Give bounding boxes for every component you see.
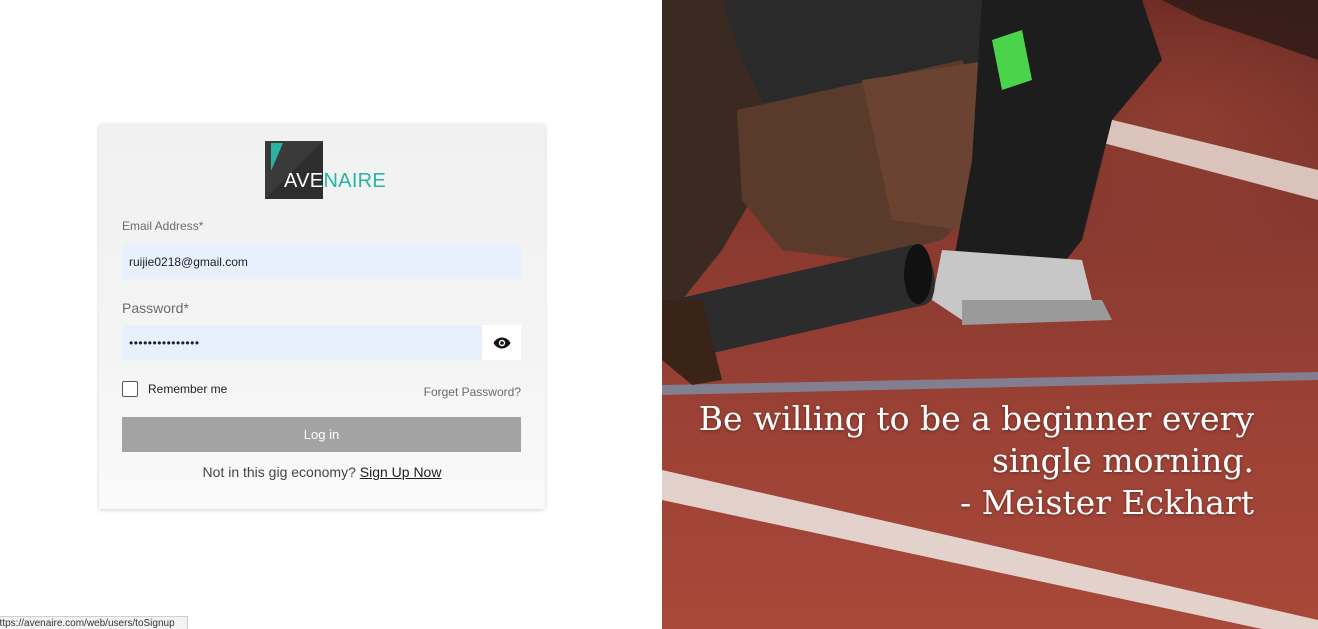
logo-text-naire: NAIRE: [323, 170, 387, 192]
email-input[interactable]: [122, 244, 521, 279]
signup-prompt-text: Not in this gig economy?: [202, 464, 356, 480]
remember-me-label: Remember me: [148, 382, 228, 396]
logo-text-ave: AVE: [284, 170, 324, 192]
login-card: AVENAIRE Email Address* Password* Rememb…: [99, 124, 545, 509]
signup-link[interactable]: Sign Up Now: [360, 464, 442, 480]
signup-prompt: Not in this gig economy? Sign Up Now: [99, 464, 545, 480]
hero-image: Be willing to be a beginner every single…: [662, 0, 1318, 629]
quote-line-1: Be willing to be a beginner every: [698, 399, 1254, 438]
login-pane: AVENAIRE Email Address* Password* Rememb…: [0, 0, 662, 629]
quote-author: - Meister Eckhart: [959, 483, 1254, 522]
status-bar-url: https://avenaire.com/web/users/toSignup: [0, 616, 188, 629]
remember-me[interactable]: Remember me: [122, 381, 227, 397]
login-page: AVENAIRE Email Address* Password* Rememb…: [0, 0, 1318, 629]
avenaire-logo: AVENAIRE: [265, 141, 386, 199]
email-label: Email Address*: [122, 219, 204, 233]
hero-quote: Be willing to be a beginner every single…: [694, 398, 1254, 524]
login-button[interactable]: Log in: [122, 417, 521, 452]
hero-photo: [662, 0, 1318, 629]
eye-icon: [493, 337, 510, 348]
show-password-button[interactable]: [482, 325, 521, 360]
quote-line-2: single morning.: [991, 441, 1254, 480]
forget-password-link[interactable]: Forget Password?: [424, 385, 521, 399]
logo-text: AVENAIRE: [284, 170, 386, 193]
password-label: Password*: [122, 300, 189, 316]
remember-me-checkbox[interactable]: [122, 381, 138, 397]
password-input[interactable]: [122, 325, 482, 360]
